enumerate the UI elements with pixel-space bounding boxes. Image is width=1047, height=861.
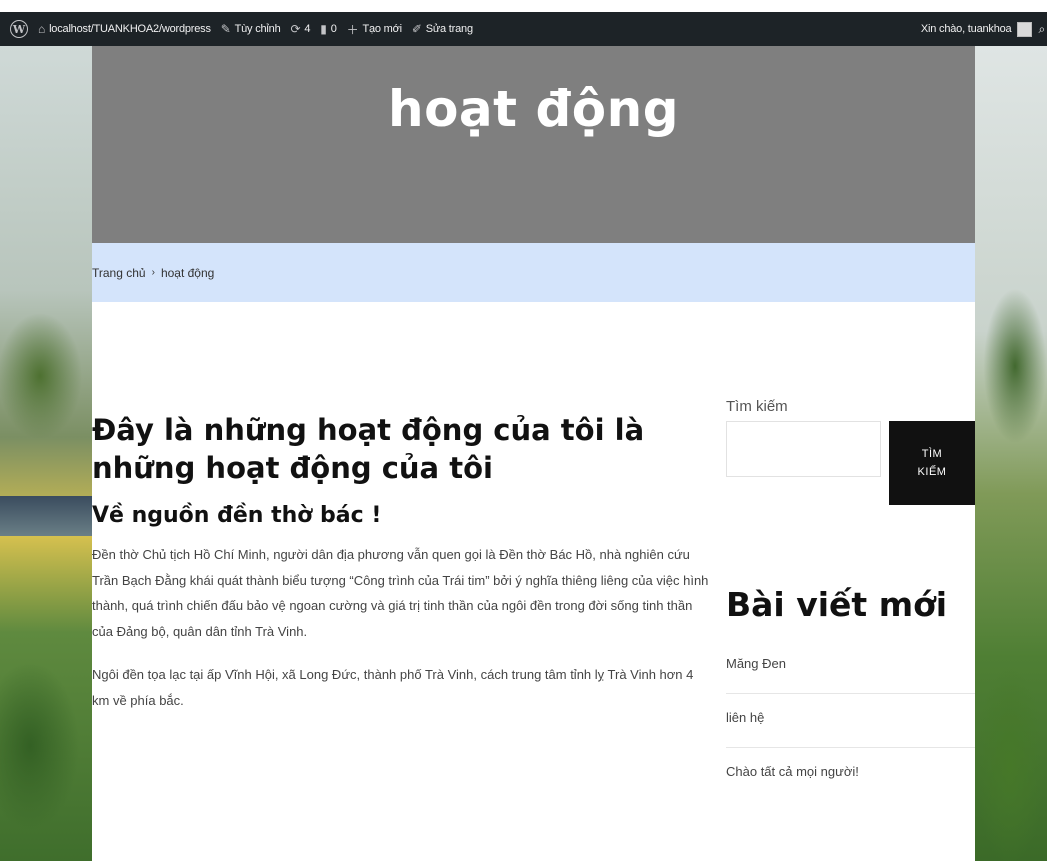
edit-page-label: Sửa trang bbox=[425, 23, 473, 35]
breadcrumb-current: hoạt động bbox=[160, 265, 215, 280]
list-item: Chào tất cả mọi người! bbox=[726, 748, 975, 801]
search-button[interactable]: TÌM KIẾM bbox=[889, 421, 975, 505]
search-form: TÌM KIẾM bbox=[726, 421, 975, 505]
chevron-right-icon: › bbox=[151, 267, 155, 278]
customize-link[interactable]: ✎ Tùy chỉnh bbox=[221, 22, 281, 36]
edit-page-link[interactable]: ✐ Sửa trang bbox=[412, 22, 473, 36]
pencil-icon: ✐ bbox=[411, 22, 422, 36]
comments-link[interactable]: ▮ 0 bbox=[320, 22, 337, 36]
breadcrumb: Trang chủ › hoạt động bbox=[92, 243, 975, 302]
search-input[interactable] bbox=[726, 421, 881, 477]
site-url: localhost/TUANKHOA2/wordpress bbox=[49, 23, 211, 35]
article-subheading: Về nguồn đền thờ bác ! bbox=[92, 503, 382, 528]
wordpress-logo-icon[interactable]: W bbox=[10, 20, 28, 38]
account-greeting[interactable]: Xin chào, tuankhoa bbox=[921, 23, 1012, 35]
updates-count: 4 bbox=[304, 23, 311, 35]
brush-icon: ✎ bbox=[220, 22, 231, 36]
recent-post-link[interactable]: liên hệ bbox=[726, 710, 764, 725]
page-container: hoạt động Trang chủ › hoạt động Đây là n… bbox=[92, 46, 975, 861]
page-hero: hoạt động bbox=[92, 46, 975, 243]
recent-post-link[interactable]: Măng Đen bbox=[726, 656, 786, 671]
dashboard-icon: ⌂ bbox=[38, 22, 46, 36]
article-paragraph: Ngôi đền tọa lạc tại ấp Vĩnh Hội, xã Lon… bbox=[92, 667, 694, 708]
plus-icon: ＋ bbox=[346, 22, 359, 37]
search-icon[interactable]: ⌕ bbox=[1038, 22, 1045, 37]
search-label: Tìm kiếm bbox=[726, 398, 788, 415]
main-content: Đây là những hoạt động của tôi là những … bbox=[92, 411, 712, 731]
site-name-link[interactable]: ⌂ localhost/TUANKHOA2/wordpress bbox=[38, 22, 211, 36]
article-heading: Đây là những hoạt động của tôi là những … bbox=[92, 413, 645, 485]
article-paragraph: Đền thờ Chủ tịch Hồ Chí Minh, người dân … bbox=[92, 547, 709, 639]
recent-post-link[interactable]: Chào tất cả mọi người! bbox=[726, 764, 859, 779]
sidebar: Tìm kiếm TÌM KIẾM Bài viết mới Măng Đen … bbox=[726, 398, 975, 801]
new-label: Tạo mới bbox=[362, 23, 402, 35]
comment-icon: ▮ bbox=[320, 22, 327, 36]
list-item: Măng Đen bbox=[726, 640, 975, 694]
list-item: liên hệ bbox=[726, 694, 975, 748]
admin-bar: W ⌂ localhost/TUANKHOA2/wordpress ✎ Tùy … bbox=[0, 12, 1047, 46]
breadcrumb-home-link[interactable]: Trang chủ bbox=[92, 266, 146, 280]
background-scenery-left bbox=[0, 46, 92, 861]
new-content-link[interactable]: ＋ Tạo mới bbox=[347, 21, 402, 38]
recent-posts-list: Măng Đen liên hệ Chào tất cả mọi người! bbox=[726, 640, 975, 801]
updates-link[interactable]: ⟳ 4 bbox=[291, 22, 311, 36]
comments-count: 0 bbox=[330, 23, 337, 35]
recent-posts-title: Bài viết mới bbox=[726, 585, 948, 624]
avatar[interactable] bbox=[1017, 21, 1033, 37]
updates-icon: ⟳ bbox=[290, 22, 301, 36]
customize-label: Tùy chỉnh bbox=[234, 23, 281, 35]
page-title: hoạt động bbox=[387, 80, 680, 138]
background-scenery-right bbox=[975, 46, 1047, 861]
